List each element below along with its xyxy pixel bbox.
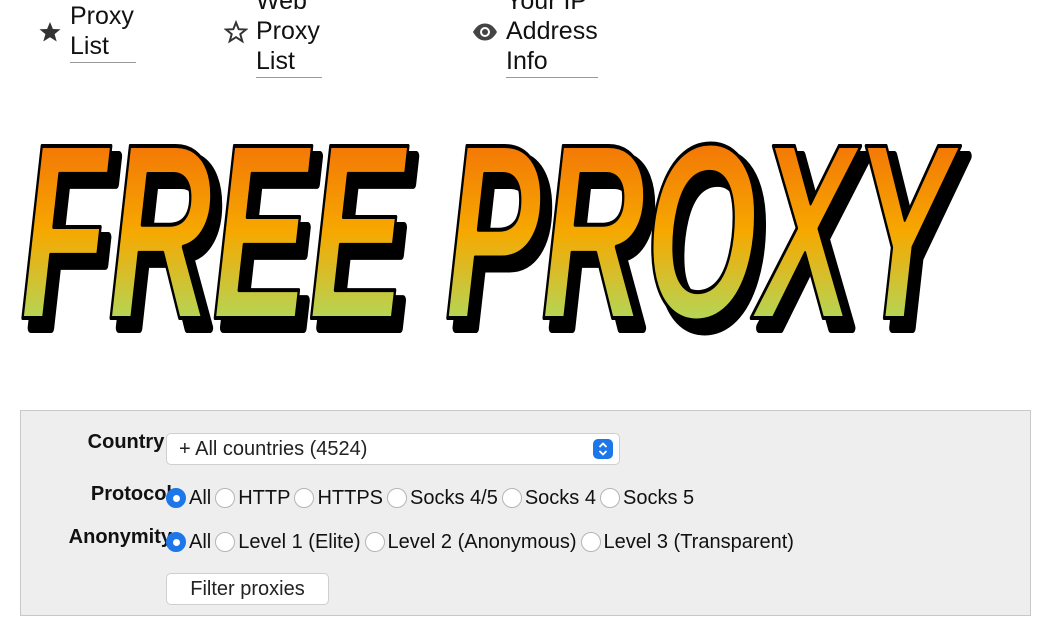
anonymity-radio-all[interactable]: All <box>166 531 215 554</box>
anonymity-radio-level-3-transparent[interactable]: Level 3 (Transparent) <box>580 530 798 554</box>
free-proxy-logo: FREE PROXY FREE PROXY <box>18 96 974 356</box>
radio-circle[interactable] <box>166 488 186 508</box>
filter-proxies-button[interactable]: Filter proxies <box>166 573 329 605</box>
radio-label: Level 3 (Transparent) <box>603 530 794 553</box>
radio-circle[interactable] <box>364 532 385 552</box>
eye-icon <box>472 19 498 45</box>
protocol-radio-https[interactable]: HTTPS <box>294 487 387 510</box>
radio-label: Level 1 (Elite) <box>238 530 361 553</box>
radio-circle[interactable] <box>600 488 620 508</box>
country-label: Country: <box>87 431 171 453</box>
radio-circle[interactable] <box>166 532 186 552</box>
nav-web-proxy-list-label[interactable]: Web Proxy List <box>256 0 322 78</box>
country-select[interactable]: + All countries (4524) <box>166 433 620 465</box>
nav-web-proxy-list[interactable]: Web Proxy List <box>224 0 322 78</box>
radio-circle[interactable] <box>580 532 601 552</box>
anonymity-label: Anonymity <box>68 526 172 548</box>
protocol-radio-http[interactable]: HTTP <box>215 487 294 510</box>
radio-label: HTTP <box>238 486 291 509</box>
protocol-radio-socks-5[interactable]: Socks 5 <box>600 487 698 510</box>
anonymity-options: All Level 1 (Elite) Level 2 (Anonymous) Lev… <box>166 528 798 556</box>
radio-label: Level 2 (Anonymous) <box>387 530 577 553</box>
radio-circle[interactable] <box>215 488 236 508</box>
filter-panel: Country: + All countries (4524) Protocol… <box>20 410 1031 616</box>
nav-proxy-list-label[interactable]: Proxy List <box>70 1 136 63</box>
protocol-radio-socks-4[interactable]: Socks 4 <box>501 486 600 510</box>
nav-ip-address-info-label[interactable]: Your IP Address Info <box>506 0 598 78</box>
country-selected-value: + All countries (4524) <box>179 438 368 460</box>
anonymity-radio-level-2-anonymous[interactable]: Level 2 (Anonymous) <box>364 530 581 554</box>
radio-label: All <box>189 486 212 509</box>
protocol-radio-all[interactable]: All <box>166 487 215 510</box>
radio-label: Socks 5 <box>623 486 695 509</box>
nav-ip-address-info[interactable]: Your IP Address Info <box>472 0 598 78</box>
radio-circle[interactable] <box>215 532 236 552</box>
protocol-options: All HTTP HTTPS Socks 4/5 Socks 4 Socks 5 <box>166 484 698 512</box>
anonymity-radio-level-1-elite[interactable]: Level 1 (Elite) <box>215 531 364 554</box>
radio-label: Socks 4 <box>524 486 596 509</box>
radio-circle[interactable] <box>501 488 522 508</box>
logo-text: FREE PROXY <box>20 96 961 356</box>
star-filled-icon <box>38 19 62 45</box>
radio-label: All <box>189 530 212 553</box>
nav-proxy-list[interactable]: Proxy List <box>38 2 136 63</box>
radio-circle[interactable] <box>294 488 315 508</box>
radio-label: Socks 4/5 <box>410 486 498 509</box>
radio-label: HTTPS <box>317 486 384 509</box>
protocol-label: Protocol <box>90 483 172 505</box>
star-outline-icon <box>224 19 248 45</box>
radio-circle[interactable] <box>387 488 408 508</box>
protocol-radio-socks-4-5[interactable]: Socks 4/5 <box>387 487 502 510</box>
select-arrows-icon <box>593 439 613 459</box>
